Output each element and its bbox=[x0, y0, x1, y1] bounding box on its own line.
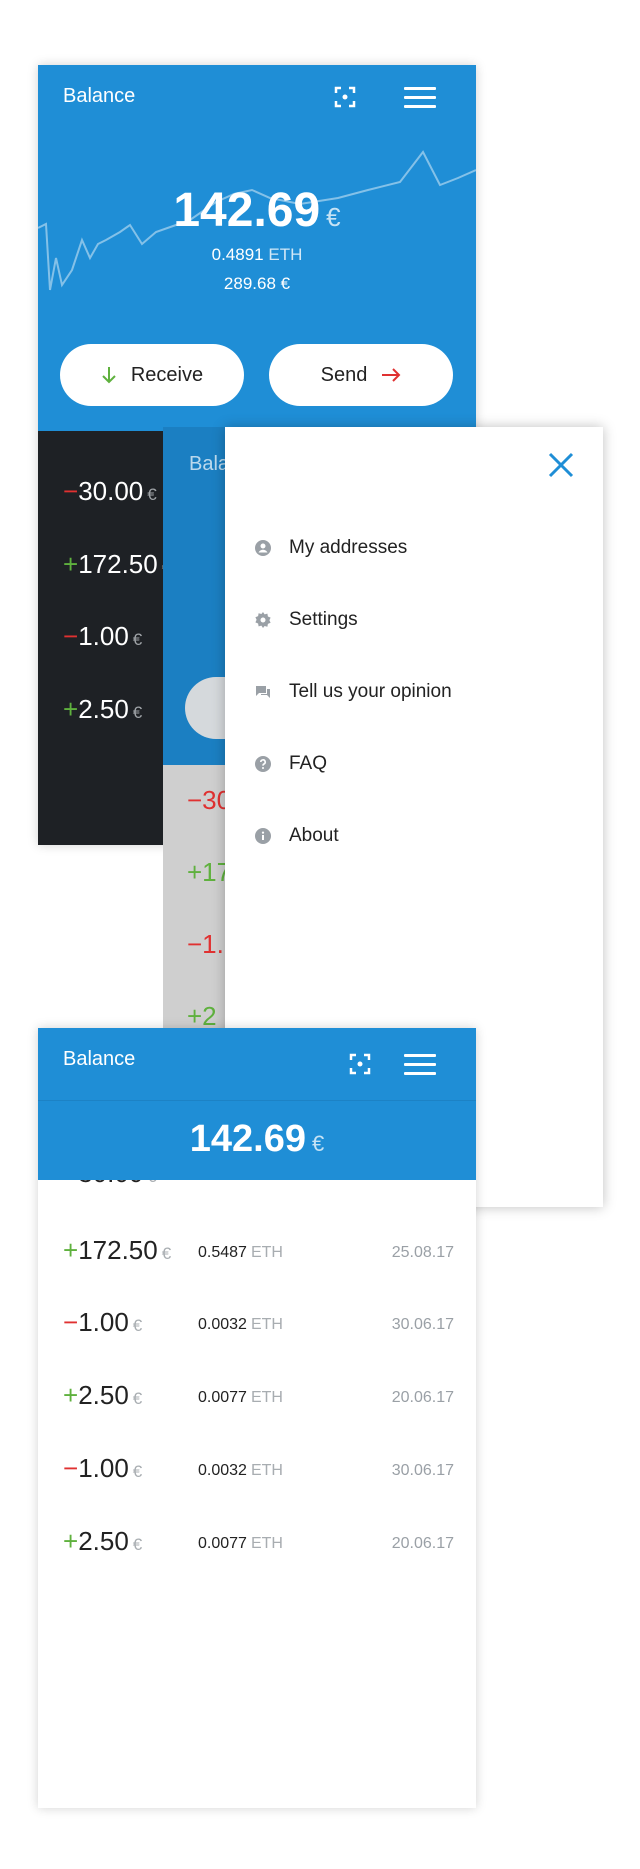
list-item[interactable]: −1.00 € bbox=[63, 621, 142, 652]
balance-value: 142.69 bbox=[173, 184, 321, 237]
menu-icon[interactable] bbox=[404, 1052, 436, 1076]
balance-header: Balance 142.69 € 0.4891 ETH 289.68 € Rece… bbox=[38, 65, 476, 431]
sign: + bbox=[63, 694, 79, 724]
table-row[interactable]: +2.50 € 0.0077 ETH 20.06.17 bbox=[38, 1526, 476, 1588]
date: 25.08.17 bbox=[391, 1244, 454, 1261]
table-row[interactable]: +172.50 € 0.5487 ETH 25.08.17 bbox=[38, 1235, 476, 1297]
menu-item-label: My addresses bbox=[289, 537, 408, 558]
eth-unit: ETH bbox=[268, 245, 303, 264]
balance-amount: 142.69 € bbox=[38, 183, 476, 238]
currency: € bbox=[132, 630, 143, 649]
eth-amount: 0.0077 ETH bbox=[198, 1535, 283, 1552]
arrow-down-icon bbox=[102, 367, 116, 384]
send-label: Send bbox=[320, 363, 368, 386]
date: 20.06.17 bbox=[391, 1535, 454, 1552]
transactions-screen: Balance 142.69€ −30.00€ 0.0912ETH 20.08.… bbox=[38, 1028, 476, 1808]
menu-item-label: FAQ bbox=[289, 753, 328, 774]
menu-item-feedback[interactable]: Tell us your opinion bbox=[255, 677, 452, 707]
chat-icon bbox=[256, 686, 270, 698]
sign: + bbox=[63, 549, 79, 579]
amount: 2.50 bbox=[78, 694, 129, 724]
list-item[interactable]: +172.50€ bbox=[63, 549, 171, 580]
arrow-right-icon bbox=[382, 368, 401, 382]
background-row: −1. bbox=[187, 929, 224, 959]
sign: − bbox=[63, 621, 79, 651]
menu-item-label: Tell us your opinion bbox=[289, 681, 452, 702]
eth-balance: 0.4891 ETH bbox=[38, 245, 476, 265]
eth-amount: 0.5487 ETH bbox=[198, 1244, 283, 1261]
help-icon bbox=[255, 756, 271, 772]
menu-item-settings[interactable]: Settings bbox=[255, 605, 358, 635]
info-icon bbox=[255, 828, 271, 844]
balance-currency: € bbox=[326, 202, 341, 232]
sign: − bbox=[63, 476, 79, 506]
page-title: Balance bbox=[63, 1048, 136, 1070]
amount: +2.50 € bbox=[63, 1526, 143, 1556]
eth-amount: 0.0077 ETH bbox=[198, 1389, 283, 1406]
page-title: Balance bbox=[63, 85, 136, 107]
compact-header: Balance 142.69 € bbox=[38, 1028, 476, 1180]
person-icon bbox=[255, 540, 271, 556]
menu-item-label: About bbox=[289, 825, 339, 846]
amount: −1.00 € bbox=[63, 1453, 143, 1483]
background-title: Bala bbox=[189, 453, 230, 475]
amount: +2.50 € bbox=[63, 1380, 143, 1410]
send-button[interactable]: Send bbox=[269, 344, 453, 406]
close-icon[interactable] bbox=[545, 449, 577, 481]
table-row[interactable]: −1.00 € 0.0032 ETH 30.06.17 bbox=[38, 1307, 476, 1369]
balance-currency: € bbox=[311, 1131, 325, 1156]
eth-amount: 0.4891 bbox=[211, 245, 264, 264]
date: 30.06.17 bbox=[391, 1316, 454, 1333]
scan-qr-icon[interactable] bbox=[333, 85, 357, 109]
amount: 172.50 bbox=[78, 549, 158, 579]
amount: 30.00 bbox=[78, 476, 144, 506]
balance-amount: 142.69 € bbox=[38, 1118, 476, 1161]
menu-icon[interactable] bbox=[404, 85, 436, 109]
list-item[interactable]: −30.00 € bbox=[63, 476, 157, 507]
scan-qr-icon[interactable] bbox=[348, 1052, 372, 1076]
amount: −1.00 € bbox=[63, 1307, 143, 1337]
fiat-balance: 289.68 € bbox=[223, 274, 291, 293]
eth-amount: 0.0032 ETH bbox=[198, 1462, 283, 1479]
currency: € bbox=[132, 703, 143, 722]
date: 30.06.17 bbox=[391, 1462, 454, 1479]
table-row[interactable]: −1.00 € 0.0032 ETH 30.06.17 bbox=[38, 1453, 476, 1515]
receive-button[interactable]: Receive bbox=[60, 344, 244, 406]
receive-label: Receive bbox=[130, 363, 204, 386]
currency: € bbox=[147, 485, 157, 504]
date: 20.06.17 bbox=[391, 1389, 454, 1406]
table-row[interactable]: +2.50 € 0.0077 ETH 20.06.17 bbox=[38, 1380, 476, 1442]
menu-item-faq[interactable]: FAQ bbox=[255, 749, 327, 779]
header-divider bbox=[38, 1100, 476, 1101]
menu-item-about[interactable]: About bbox=[255, 821, 339, 851]
menu-item-my-addresses[interactable]: My addresses bbox=[255, 533, 407, 563]
amount: +172.50 € bbox=[63, 1235, 172, 1265]
gear-icon bbox=[255, 612, 271, 628]
menu-item-label: Settings bbox=[289, 609, 358, 630]
eth-amount: 0.0032 ETH bbox=[198, 1316, 283, 1333]
balance-value: 142.69 bbox=[189, 1118, 306, 1160]
list-item[interactable]: +2.50 € bbox=[63, 694, 142, 725]
amount: 1.00 bbox=[78, 621, 129, 651]
